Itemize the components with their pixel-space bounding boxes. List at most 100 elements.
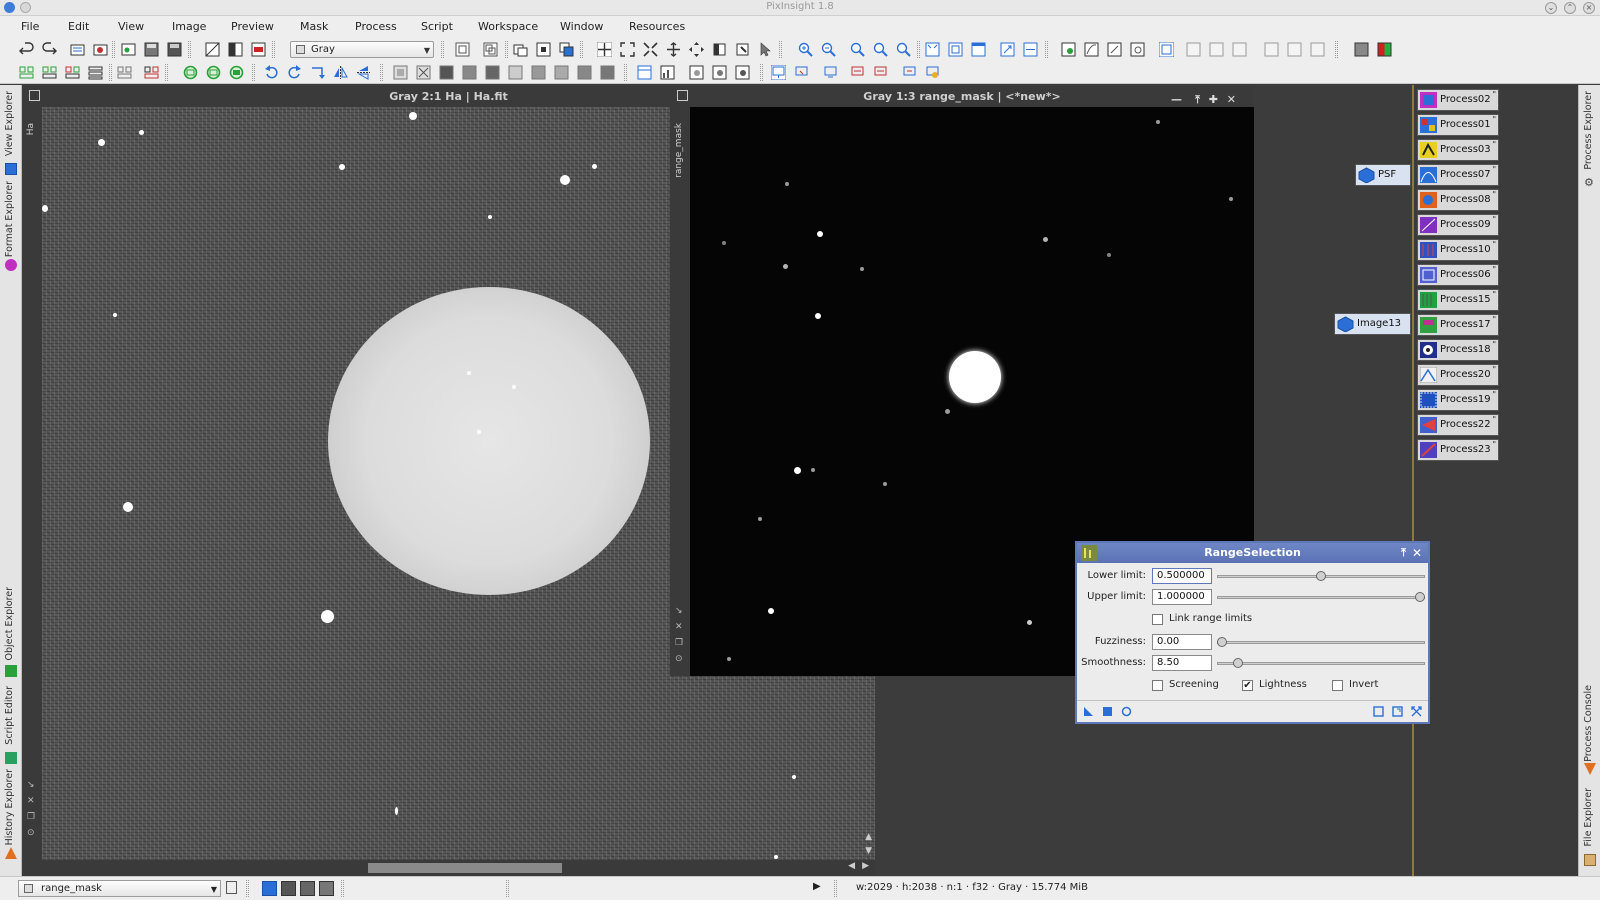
process-icon[interactable]: Process06 " bbox=[1417, 264, 1499, 286]
catalog-icon[interactable] bbox=[735, 65, 750, 80]
fuzziness-slider-handle[interactable] bbox=[1217, 637, 1227, 647]
tab-object-explorer[interactable]: Object Explorer bbox=[0, 587, 22, 679]
edit-instance-icon[interactable] bbox=[1392, 706, 1403, 717]
fuzziness-slider[interactable] bbox=[1217, 637, 1425, 647]
reset-icon[interactable] bbox=[1411, 706, 1422, 717]
menu-preview[interactable]: Preview bbox=[231, 20, 274, 33]
preview-delete-icon[interactable] bbox=[65, 65, 80, 80]
window-menu-icon[interactable] bbox=[29, 90, 40, 101]
lower-limit-slider[interactable] bbox=[1217, 571, 1425, 581]
menu-script[interactable]: Script bbox=[421, 20, 453, 33]
rotate-180-icon[interactable] bbox=[310, 65, 325, 80]
adapt-icon[interactable] bbox=[1000, 42, 1015, 57]
psf-icon[interactable] bbox=[712, 65, 727, 80]
active-view-select[interactable]: range_mask ▼ bbox=[18, 880, 221, 897]
pointer-icon[interactable] bbox=[758, 42, 773, 57]
real-time-preview-icon[interactable] bbox=[1373, 706, 1384, 717]
view-toggle-icon[interactable] bbox=[226, 881, 237, 894]
stf-icon[interactable] bbox=[1061, 42, 1076, 57]
preview-grid-icon[interactable] bbox=[42, 65, 57, 80]
image-container-icon[interactable] bbox=[93, 42, 108, 57]
crop-icon[interactable] bbox=[205, 42, 220, 57]
channel-alpha-icon[interactable] bbox=[1287, 42, 1302, 57]
zoom-1-1-icon[interactable] bbox=[850, 42, 865, 57]
play-icon[interactable]: ▶ bbox=[813, 881, 821, 892]
color-space-icon[interactable] bbox=[251, 42, 266, 57]
process-icon[interactable]: Process08 " bbox=[1417, 189, 1499, 211]
menu-workspace[interactable]: Workspace bbox=[478, 20, 538, 33]
fit-horizontal-icon[interactable] bbox=[1023, 42, 1038, 57]
readout-icon[interactable] bbox=[712, 42, 727, 57]
process-icon[interactable]: Process09 " bbox=[1417, 214, 1499, 236]
tab-process-console[interactable]: Process Console bbox=[1579, 685, 1600, 777]
view-mode-select[interactable]: Gray ▼ bbox=[290, 41, 434, 58]
move-icon[interactable] bbox=[689, 42, 704, 57]
histogram-icon[interactable] bbox=[660, 65, 675, 80]
mirror-horizontal-icon[interactable] bbox=[333, 65, 348, 80]
preview-reset-icon[interactable] bbox=[144, 65, 159, 80]
preview-store-icon[interactable] bbox=[117, 65, 132, 80]
screen-red-icon[interactable] bbox=[850, 65, 865, 80]
maximize-view-icon[interactable] bbox=[971, 42, 986, 57]
mirror-vertical-icon[interactable] bbox=[356, 65, 371, 80]
mask-enable-icon[interactable] bbox=[183, 65, 198, 80]
zoom-1-2-icon[interactable] bbox=[873, 42, 888, 57]
minimize-button[interactable]: ⌄ bbox=[1545, 2, 1557, 14]
fit-icon[interactable]: ✕ bbox=[27, 796, 35, 806]
menu-image[interactable]: Image bbox=[172, 20, 206, 33]
lower-limit-slider-handle[interactable] bbox=[1316, 571, 1326, 581]
menu-file[interactable]: File bbox=[21, 20, 39, 33]
process-icon[interactable]: Process22 " bbox=[1417, 414, 1499, 436]
mask-invert-icon[interactable] bbox=[229, 65, 244, 80]
process-icon[interactable]: Process10 " bbox=[1417, 239, 1499, 261]
dialog-header[interactable]: RangeSelection ⤒ ✕ bbox=[1077, 543, 1428, 563]
screen-link-icon[interactable] bbox=[823, 65, 838, 80]
stf-linked-icon[interactable] bbox=[1130, 42, 1145, 57]
window-title[interactable]: Gray 1:3 range_mask | <*new*> — ⤒ ✚ ✕ bbox=[670, 86, 1254, 107]
save-as-icon[interactable] bbox=[167, 42, 182, 57]
stf-auto-icon[interactable] bbox=[1084, 42, 1099, 57]
smoothness-slider[interactable] bbox=[1217, 658, 1425, 668]
scrollbar-thumb[interactable] bbox=[368, 863, 562, 873]
invert-icon[interactable] bbox=[228, 42, 243, 57]
fit-view-window-icon[interactable] bbox=[948, 42, 963, 57]
menu-process[interactable]: Process bbox=[355, 20, 397, 33]
clone-icon[interactable]: ❐ bbox=[675, 638, 683, 648]
fuzziness-field[interactable]: 0.00 bbox=[1152, 634, 1212, 650]
menu-window[interactable]: Window bbox=[560, 20, 603, 33]
menu-mask[interactable]: Mask bbox=[300, 20, 328, 33]
display-mode-rgb-icon[interactable] bbox=[262, 881, 277, 896]
menu-resources[interactable]: Resources bbox=[629, 20, 685, 33]
process-icon[interactable]: Process02 " bbox=[1417, 89, 1499, 111]
crosshair-icon[interactable] bbox=[597, 42, 612, 57]
paste-image-icon[interactable] bbox=[483, 42, 498, 57]
open-icon[interactable] bbox=[70, 42, 85, 57]
preview-list-icon[interactable] bbox=[88, 65, 103, 80]
view-id-tab[interactable]: range_mask ↘ ✕ ❐ ⊙ bbox=[670, 107, 690, 676]
screen-gamut-icon[interactable] bbox=[902, 65, 917, 80]
apply-global-icon[interactable] bbox=[1121, 706, 1132, 717]
screen-color-icon[interactable] bbox=[794, 65, 809, 80]
window-menu-icon[interactable] bbox=[677, 90, 688, 101]
clone-icon[interactable]: ❐ bbox=[27, 812, 35, 822]
mask-show-icon[interactable] bbox=[206, 65, 221, 80]
lower-limit-field[interactable]: 0.500000 bbox=[1152, 568, 1212, 584]
tab-script-editor[interactable]: Script Editor bbox=[0, 686, 22, 766]
screening-checkbox[interactable] bbox=[1152, 680, 1163, 691]
mask-mid-icon[interactable] bbox=[531, 65, 546, 80]
image13-process-icon[interactable]: Image13 bbox=[1334, 313, 1411, 335]
link-range-checkbox[interactable] bbox=[1152, 614, 1163, 625]
statistics-icon[interactable] bbox=[637, 65, 652, 80]
edit-preview-icon[interactable] bbox=[735, 42, 750, 57]
scroll-right-icon[interactable]: ▶ bbox=[862, 861, 869, 871]
mask-overlay-icon[interactable] bbox=[554, 65, 569, 80]
display-mode-3-icon[interactable] bbox=[300, 881, 315, 896]
zoom-window-icon[interactable] bbox=[393, 65, 408, 80]
process-icon[interactable]: Process23 " bbox=[1417, 439, 1499, 461]
zoom-1-4-icon[interactable] bbox=[896, 42, 911, 57]
new-preview-icon[interactable] bbox=[19, 65, 34, 80]
pan-icon[interactable] bbox=[666, 42, 681, 57]
horizontal-scrollbar[interactable]: ◀ ▶ bbox=[42, 860, 875, 876]
invert-checkbox[interactable] bbox=[1332, 680, 1343, 691]
process-icon[interactable]: Process15 " bbox=[1417, 289, 1499, 311]
